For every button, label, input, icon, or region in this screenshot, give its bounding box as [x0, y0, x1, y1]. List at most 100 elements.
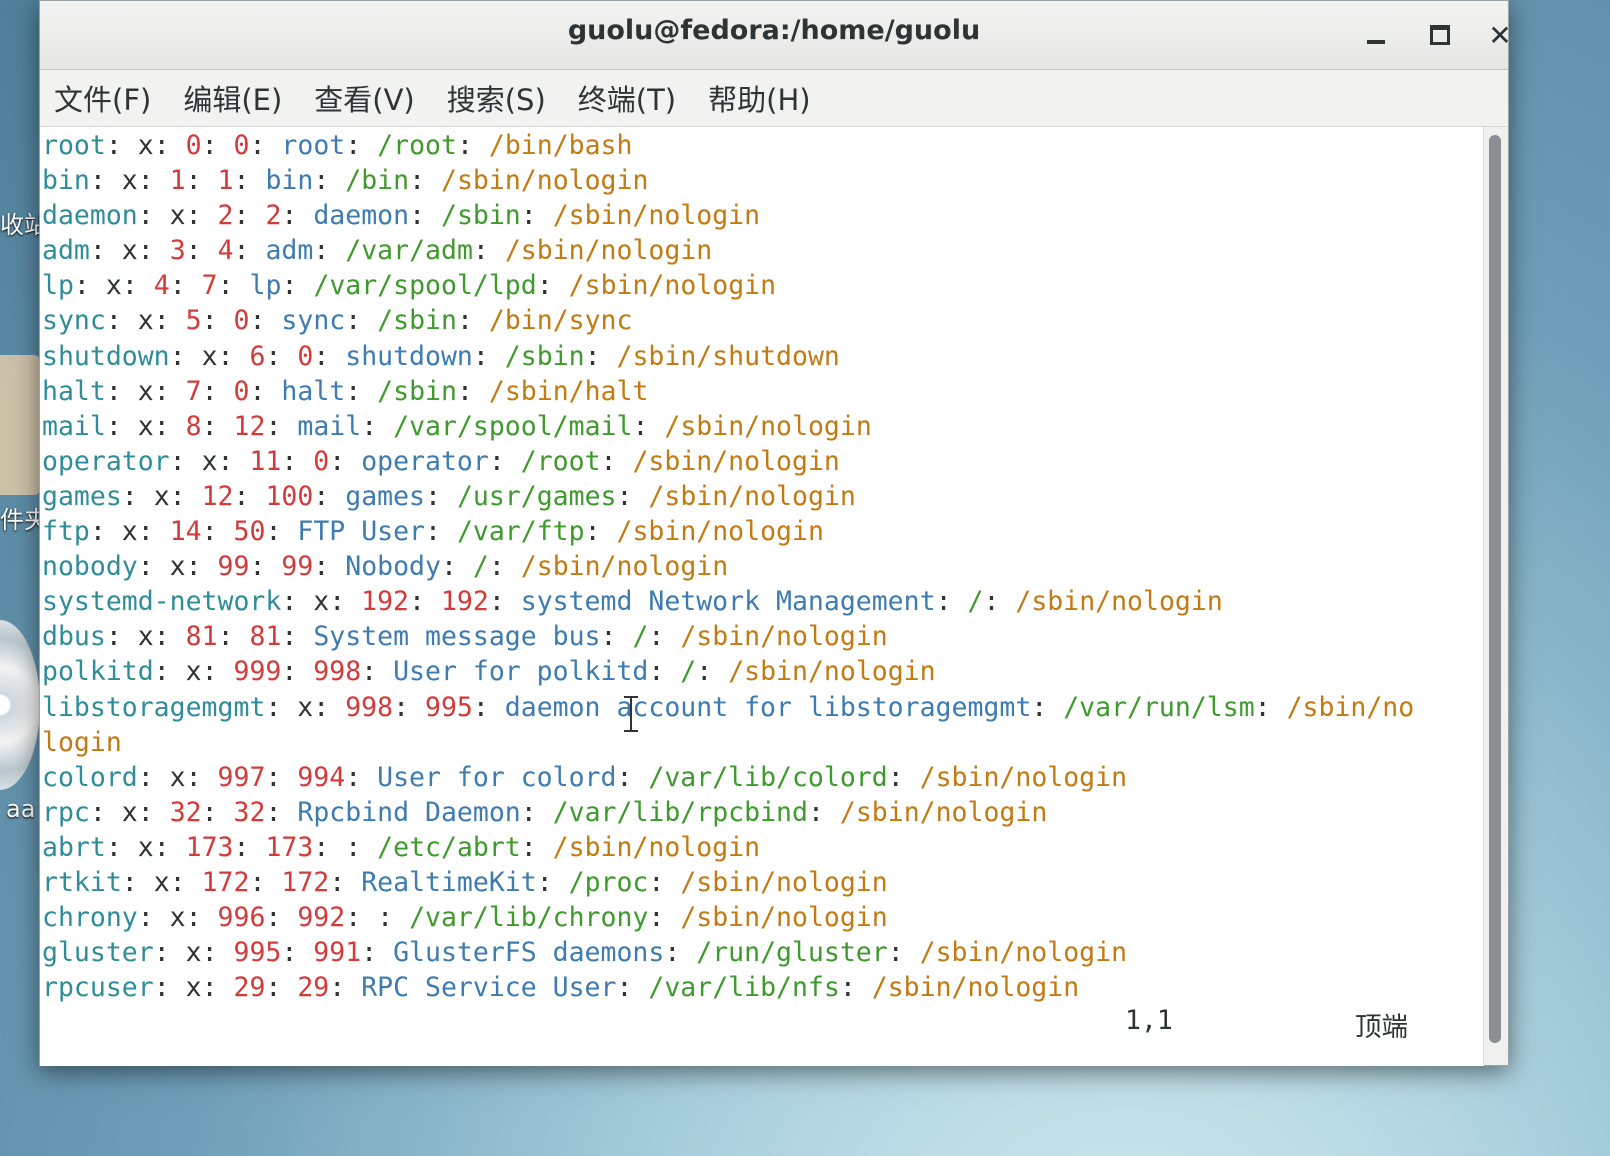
- passwd-field: /sbin/nologin: [552, 200, 761, 232]
- terminal-output[interactable]: root: x: 0: 0: root: /root: /bin/bash bin…: [40, 127, 1484, 1066]
- passwd-field: /sbin/nologin: [664, 410, 872, 442]
- terminal-line: ftp: x: 14: 50: FTP User: /var/ftp: /sbi…: [42, 516, 824, 548]
- passwd-field: /sbin/halt: [488, 375, 649, 407]
- trash-icon[interactable]: [0, 40, 40, 160]
- passwd-field: /bin/sync: [488, 305, 633, 337]
- passwd-field: /var/run/lsm: [1063, 691, 1255, 723]
- passwd-field: /etc/abrt: [377, 831, 521, 863]
- passwd-field: /var/ftp: [456, 516, 585, 548]
- passwd-field: dbus: [42, 621, 106, 653]
- passwd-field: x: [169, 761, 186, 793]
- scrollbar-thumb[interactable]: [1489, 135, 1501, 1043]
- scrollbar[interactable]: [1483, 127, 1508, 1065]
- passwd-field: x: [121, 796, 138, 828]
- close-button[interactable]: ✕: [1480, 15, 1520, 55]
- passwd-field: x: [137, 375, 154, 407]
- passwd-field: 29: [233, 972, 266, 1004]
- menu-terminal[interactable]: 终端(T): [578, 77, 676, 119]
- passwd-field: 998: [313, 656, 362, 688]
- passwd-field: x: [185, 937, 202, 969]
- passwd-field: x: [105, 270, 122, 302]
- passwd-field: systemd-network: [42, 586, 282, 618]
- passwd-field: /sbin/nologin: [520, 551, 729, 583]
- passwd-field: RPC Service User: [361, 972, 617, 1004]
- passwd-field: 81: [185, 621, 218, 653]
- menu-search[interactable]: 搜索(S): [447, 77, 546, 119]
- terminal-line: shutdown: x: 6: 0: shutdown: /sbin: /sbi…: [42, 340, 840, 372]
- terminal-line: libstoragemgmt: x: 998: 995: daemon acco…: [42, 691, 1415, 723]
- passwd-field: x: [185, 972, 202, 1004]
- passwd-field: 99: [281, 551, 314, 583]
- passwd-field: nobody: [42, 551, 138, 583]
- passwd-field: /sbin/nologin: [441, 165, 649, 197]
- passwd-field: /sbin/nologin: [919, 937, 1128, 969]
- passwd-field: 995: [424, 691, 473, 723]
- vim-status-line: 1,1 顶端: [40, 1005, 1484, 1043]
- menu-view[interactable]: 查看(V): [314, 77, 414, 119]
- passwd-field: operator: [361, 445, 489, 477]
- scroll-indicator: 顶端: [1355, 1012, 1408, 1043]
- passwd-field: /sbin/no: [1286, 691, 1415, 723]
- passwd-field: rpc: [42, 796, 90, 828]
- passwd-field: 172: [201, 866, 250, 898]
- passwd-field: halt: [281, 375, 346, 407]
- terminal-line: daemon: x: 2: 2: daemon: /sbin: /sbin/no…: [42, 200, 761, 232]
- maximize-button[interactable]: [1420, 15, 1460, 55]
- passwd-field: 50: [233, 516, 266, 548]
- passwd-field: x: [185, 656, 202, 688]
- terminal-line: polkitd: x: 999: 998: User for polkitd: …: [42, 656, 936, 688]
- passwd-field: 0: [297, 340, 314, 372]
- passwd-field: daemon account for libstoragemgmt: [504, 691, 1032, 723]
- passwd-field: bin: [42, 165, 90, 197]
- passwd-field: /sbin/nologin: [616, 516, 824, 548]
- disc-icon[interactable]: [0, 620, 40, 790]
- terminal-window: guolu@fedora:/home/guolu ✕ 文件(F) 编辑(E) 查…: [39, 0, 1512, 1066]
- passwd-field: 2: [265, 200, 282, 232]
- menu-help[interactable]: 帮助(H): [708, 77, 810, 119]
- passwd-field: FTP User: [297, 516, 426, 548]
- passwd-field: /var/lib/nfs: [648, 972, 840, 1004]
- passwd-field: mail: [297, 410, 362, 442]
- passwd-field: 0: [233, 375, 250, 407]
- title-bar[interactable]: guolu@fedora:/home/guolu ✕: [40, 1, 1512, 70]
- trash-label: 收站: [0, 211, 40, 239]
- passwd-field: /sbin/nologin: [632, 445, 840, 477]
- passwd-field: daemon: [313, 200, 410, 232]
- passwd-field: 99: [217, 551, 250, 583]
- passwd-field: x: [121, 235, 138, 267]
- passwd-field: 8: [185, 410, 202, 442]
- passwd-field: System message bus: [313, 621, 601, 653]
- minimize-button[interactable]: [1356, 15, 1396, 55]
- passwd-field: lp: [249, 270, 282, 302]
- passwd-field: x: [137, 130, 154, 161]
- terminal-line: bin: x: 1: 1: bin: /bin: /sbin/nologin: [42, 165, 649, 197]
- minimize-icon: [1367, 40, 1385, 44]
- passwd-field: 992: [297, 902, 346, 934]
- passwd-field: /sbin/nologin: [680, 902, 888, 934]
- passwd-field: /: [472, 551, 489, 583]
- passwd-field: 5: [185, 305, 202, 337]
- passwd-field: Nobody: [345, 551, 441, 583]
- passwd-field: 11: [249, 445, 282, 477]
- passwd-field: /var/lib/rpcbind: [552, 796, 808, 828]
- passwd-field: 995: [233, 937, 282, 969]
- passwd-field: sync: [42, 305, 106, 337]
- passwd-field: adm: [42, 235, 90, 267]
- terminal-line: sync: x: 5: 0: sync: /sbin: /bin/sync: [42, 305, 633, 337]
- passwd-field: root: [42, 130, 106, 161]
- passwd-field: 12: [233, 410, 266, 442]
- terminal-line: gluster: x: 995: 991: GlusterFS daemons:…: [42, 937, 1128, 969]
- passwd-field: mail: [42, 410, 106, 442]
- menu-edit[interactable]: 编辑(E): [183, 77, 282, 119]
- passwd-field: 0: [185, 130, 202, 161]
- passwd-field: /var/spool/mail: [393, 410, 633, 442]
- passwd-field: 173: [265, 831, 314, 863]
- folder-icon[interactable]: [0, 355, 40, 495]
- passwd-field: bin: [265, 165, 314, 197]
- passwd-field: User for polkitd: [393, 656, 649, 688]
- passwd-field: 192: [440, 586, 489, 618]
- passwd-field: /run/gluster: [696, 937, 888, 969]
- menu-file[interactable]: 文件(F): [54, 77, 151, 119]
- passwd-field: /root: [520, 445, 601, 477]
- passwd-field: /var/spool/lpd: [313, 270, 537, 302]
